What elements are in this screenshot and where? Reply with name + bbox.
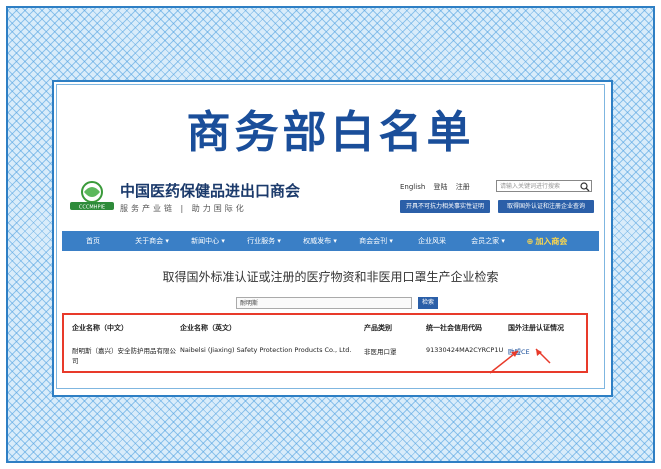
cell-category: 非医用口罩 xyxy=(364,348,397,356)
nav-journal[interactable]: 商会会刊 ▾ xyxy=(348,236,404,246)
cell-en-name: Naibelsi (Jiaxing) Safety Protection Pro… xyxy=(180,346,352,354)
result-table: 企业名称（中文） 企业名称（英文） 产品类别 统一社会信用代码 国外注册认证情况… xyxy=(62,313,588,373)
cell-cn-name: 耐明斯（嘉兴）安全防护用品有限公 司 xyxy=(72,346,176,366)
nav-enterprise[interactable]: 企业风采 xyxy=(404,236,460,246)
nav-industry-services[interactable]: 行业服务 ▾ xyxy=(236,236,292,246)
logo-text: CCCMHPIE xyxy=(79,205,105,211)
header-en-name: 企业名称（英文） xyxy=(180,324,236,332)
nav-join-button[interactable]: ⊕ 加入商会 xyxy=(516,236,578,247)
header-category: 产品类别 xyxy=(364,324,392,332)
main-nav: 首页 关于商会 ▾ 新闻中心 ▾ 行业服务 ▾ 权威发布 ▾ 商会会刊 ▾ 企业… xyxy=(62,231,599,251)
nav-home[interactable]: 首页 xyxy=(62,236,124,246)
page-title: 商务部白名单 xyxy=(186,107,475,158)
nav-news[interactable]: 新闻中心 ▾ xyxy=(180,236,236,246)
search-placeholder: 请输入关键词进行搜索 xyxy=(500,183,561,190)
link-english[interactable]: English xyxy=(400,183,425,191)
site-header: CCCMHPIE 中国医药保健品进出口商会 服务产业链 | 助力国际化 Engl… xyxy=(62,176,599,224)
cn-name-line1: 耐明斯（嘉兴）安全防护用品有限公 xyxy=(72,347,176,355)
company-search-input[interactable]: 耐明斯 xyxy=(236,297,412,309)
header-credit-code: 统一社会信用代码 xyxy=(426,324,482,332)
query-title: 取得国外标准认证或注册的医疗物资和非医用口罩生产企业检索 xyxy=(162,270,499,284)
nav-releases[interactable]: 权威发布 ▾ xyxy=(292,236,348,246)
header-cn-name: 企业名称（中文） xyxy=(72,324,128,332)
query-search-button[interactable]: 检索 xyxy=(418,297,438,309)
cell-cert: 欧盟CE xyxy=(508,348,530,356)
search-icon[interactable] xyxy=(580,182,590,192)
plus-icon: ⊕ xyxy=(526,236,534,246)
cell-credit-code: 91330424MA2CYRCP1U xyxy=(426,346,504,354)
link-login[interactable]: 登陆 xyxy=(434,183,448,191)
certified-company-query-button[interactable]: 取得国外认证和注册企业查询 xyxy=(498,200,594,213)
org-name: 中国医药保健品进出口商会 xyxy=(120,182,301,200)
site-search-input[interactable]: 请输入关键词进行搜索 xyxy=(496,180,592,192)
cccmhpie-logo: CCCMHPIE xyxy=(70,181,114,211)
force-majeure-cert-button[interactable]: 开具不可抗力相关事实性证明 xyxy=(400,200,490,213)
nav-members[interactable]: 会员之家 ▾ xyxy=(460,236,516,246)
org-branding: 中国医药保健品进出口商会 服务产业链 | 助力国际化 xyxy=(120,180,300,214)
cn-name-line2: 司 xyxy=(72,357,79,365)
title-wrap: 商务部白名单 xyxy=(0,96,661,160)
nav-about[interactable]: 关于商会 ▾ xyxy=(124,236,180,246)
header-cert-status: 国外注册认证情况 xyxy=(508,324,564,332)
org-slogan: 服务产业链 | 助力国际化 xyxy=(120,204,247,213)
link-register[interactable]: 注册 xyxy=(456,183,470,191)
nav-join-label: 加入商会 xyxy=(535,236,568,246)
top-links: English 登陆 注册 xyxy=(400,182,476,192)
